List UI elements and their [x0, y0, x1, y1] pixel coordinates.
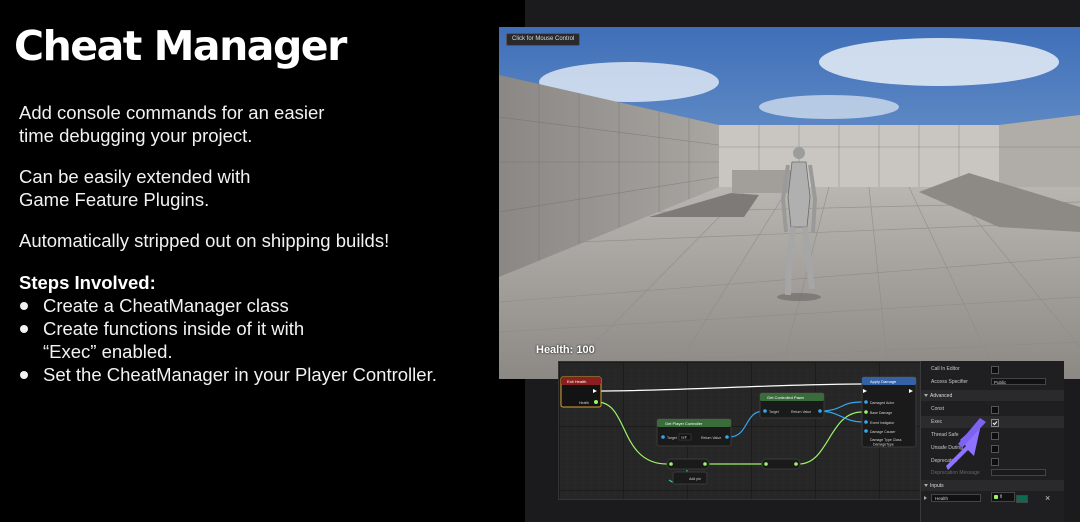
check-icon	[992, 421, 998, 426]
cloud	[759, 95, 899, 119]
input-type-selector[interactable]: fl	[991, 492, 1015, 502]
close-icon[interactable]: ×	[1045, 492, 1050, 504]
section-inputs[interactable]: Inputs	[921, 480, 1064, 491]
node-get-controlled-pawn[interactable]: Get Controlled Pawn Target Return Value	[759, 392, 825, 419]
health-readout: Health: 100	[536, 344, 595, 356]
chevron-right-icon	[924, 496, 927, 500]
pin-label: Event Instigator	[870, 421, 895, 425]
node-apply-damage[interactable]: Apply Damage Damaged Actor Base Damage E…	[861, 376, 917, 448]
cloud	[819, 38, 1059, 86]
text-line: Automatically stripped out on shipping b…	[19, 230, 390, 251]
mouse-control-button[interactable]: Click for Mouse Control	[506, 33, 581, 46]
row-call-in-editor: Call In Editor	[921, 363, 1064, 375]
chevron-down-icon	[924, 484, 928, 487]
float-type-icon	[994, 494, 998, 499]
field-label: Const	[931, 406, 945, 412]
steps-heading: Steps Involved:	[19, 272, 156, 293]
section-label: Inputs	[930, 483, 944, 489]
list-item: Create functions inside of it with “Exec…	[19, 317, 437, 363]
const-checkbox[interactable]	[991, 406, 999, 414]
access-specifier-dropdown[interactable]: Public	[991, 378, 1046, 385]
node-title: Apply Damage	[870, 379, 897, 384]
text-line: Can be easily extended with	[19, 166, 251, 187]
steps-list: Create a CheatManager class Create funct…	[19, 294, 437, 386]
call-in-editor-checkbox[interactable]	[991, 366, 999, 374]
node-title: Get Player Controller	[665, 421, 703, 426]
exec-checkbox[interactable]	[991, 419, 999, 427]
node-title: Exit Health	[567, 379, 586, 384]
paragraph-extensible: Can be easily extended with Game Feature…	[19, 165, 250, 211]
paragraph-stripped: Automatically stripped out on shipping b…	[19, 229, 389, 252]
container-type-selector[interactable]	[1016, 495, 1028, 503]
slide-text-panel: Cheat Manager Add console commands for a…	[0, 0, 525, 522]
object-pin-icon	[661, 435, 665, 439]
bullet-icon	[20, 371, 28, 379]
pin-label: DamageType	[873, 443, 894, 447]
text-line: Game Feature Plugins.	[19, 189, 210, 210]
level-scene	[499, 27, 1080, 379]
section-advanced[interactable]: Advanced	[921, 390, 1064, 401]
game-viewport[interactable]: Click for Mouse Control Health: 100	[499, 27, 1080, 379]
section-label: Advanced	[930, 393, 953, 399]
list-item: Set the CheatManager in your Player Cont…	[19, 363, 437, 386]
row-input-health: Health fl ×	[921, 492, 1064, 504]
slide-title: Cheat Manager	[14, 22, 347, 70]
list-item: Create a CheatManager class	[19, 294, 437, 317]
text-line: Set the CheatManager in your Player Cont…	[43, 364, 437, 385]
pin-label: Health	[579, 401, 589, 405]
pin-label: Damaged Actor	[870, 401, 895, 405]
pin-label: Damage Type Class	[870, 438, 902, 442]
node-get-player-controller[interactable]: Get Player Controller Target self Return…	[656, 418, 732, 447]
chevron-down-icon	[924, 394, 928, 397]
field-label: Call In Editor	[931, 366, 960, 372]
text-line: Create functions inside of it with	[43, 318, 305, 339]
row-access-specifier: Access Specifier Public	[921, 376, 1064, 388]
row-const: Const	[921, 403, 1064, 415]
unsafe-during-checkbox[interactable]	[991, 445, 999, 453]
object-pin-icon	[725, 435, 729, 439]
text-line: Add console commands for an easier	[19, 102, 325, 123]
blueprint-graph[interactable]: Exit Health Health Get Player Controller…	[558, 361, 922, 500]
float-pin-icon	[594, 400, 598, 404]
thread-safe-checkbox[interactable]	[991, 432, 999, 440]
input-type-label: fl	[1000, 494, 1003, 499]
object-pin-icon	[763, 409, 767, 413]
deprecation-message-field[interactable]	[991, 469, 1046, 476]
annotation-arrow-icon	[946, 418, 986, 470]
pin-label: self	[681, 436, 686, 440]
pin-label: Target	[769, 410, 779, 414]
event-node-exit-health[interactable]: Exit Health Health	[560, 376, 602, 408]
input-name-field[interactable]: Health	[931, 494, 981, 502]
node-subtract[interactable]	[761, 458, 801, 470]
pin-label: Return Value	[701, 436, 721, 440]
field-label: Access Specifier	[931, 379, 968, 385]
add-pin-label[interactable]: Add pin	[689, 477, 701, 481]
text-line: Create a CheatManager class	[43, 295, 289, 316]
deprecated-checkbox[interactable]	[991, 458, 999, 466]
pin-label: Target	[667, 436, 677, 440]
blueprint-canvas: Exit Health Health Get Player Controller…	[559, 362, 921, 499]
paragraph-console-commands: Add console commands for an easier time …	[19, 101, 324, 147]
bullet-icon	[20, 325, 28, 333]
node-title: Get Controlled Pawn	[767, 395, 804, 400]
pin-label: Base Damage	[870, 411, 892, 415]
text-line: “Exec” enabled.	[43, 341, 173, 362]
pin-label: Return Value	[791, 410, 811, 414]
text-line: time debugging your project.	[19, 125, 253, 146]
pin-label: Damage Causer	[870, 430, 896, 434]
bullet-icon	[20, 302, 28, 310]
object-pin-icon	[818, 409, 822, 413]
